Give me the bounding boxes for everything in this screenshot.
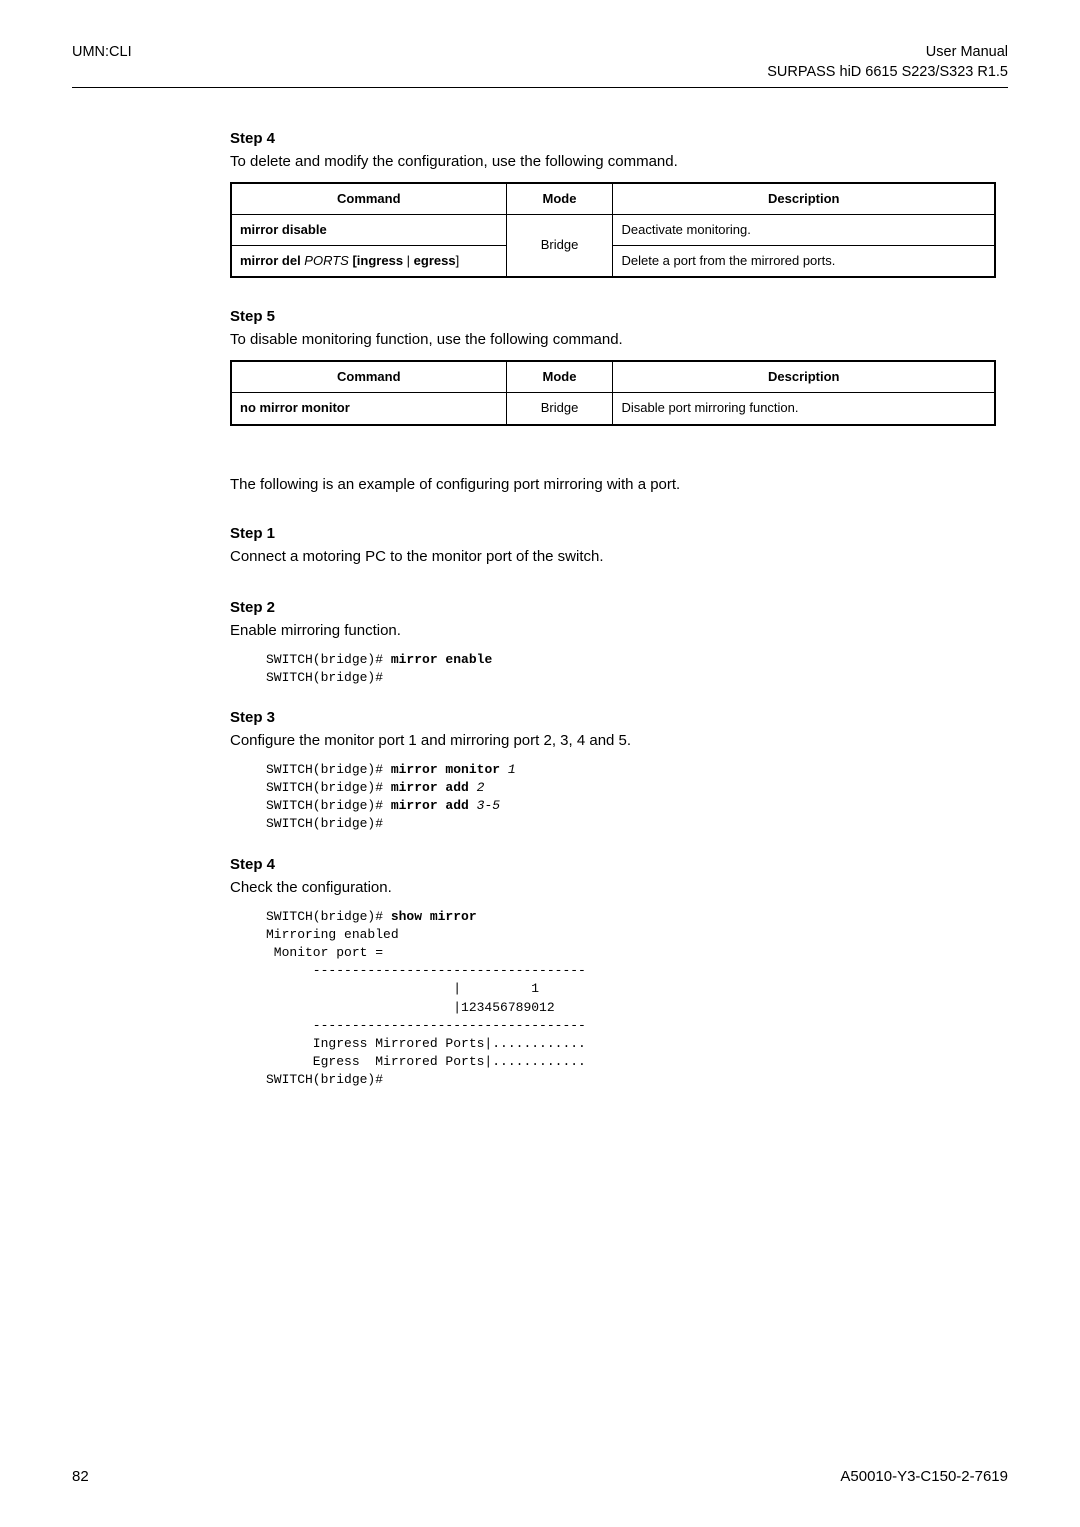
cell-mode: Bridge [506, 214, 613, 277]
cmd-frag: | [407, 253, 414, 268]
header-right: User Manual SURPASS hiD 6615 S223/S323 R… [767, 42, 1008, 83]
table-row: no mirror monitor Bridge Disable port mi… [231, 393, 995, 425]
code-line: ----------------------------------- [266, 963, 586, 978]
step4b-title: Step 4 [230, 854, 996, 875]
code-line-frag: 1 [508, 762, 516, 777]
th-command: Command [231, 183, 506, 215]
step4b-desc: Check the configuration. [230, 877, 996, 898]
table-row: mirror disable Bridge Deactivate monitor… [231, 214, 995, 245]
code-line: SWITCH(bridge)# [266, 1072, 383, 1087]
step3-desc: Configure the monitor port 1 and mirrori… [230, 730, 996, 751]
table-header-row: Command Mode Description [231, 361, 995, 393]
step4-title: Step 4 [230, 128, 996, 149]
code-line-frag: SWITCH(bridge)# [266, 798, 391, 813]
cell-command: mirror del PORTS [ingress | egress] [231, 245, 506, 277]
header-rule [72, 87, 1008, 88]
code-line: ----------------------------------- [266, 1018, 586, 1033]
code-line: Ingress Mirrored Ports|............ [266, 1036, 586, 1051]
code-line-frag: SWITCH(bridge)# [266, 780, 391, 795]
code-line: |123456789012 [266, 1000, 555, 1015]
th-description: Description [613, 183, 995, 215]
page-footer: 82 A50010-Y3-C150-2-7619 [72, 1466, 1008, 1487]
page-number: 82 [72, 1466, 89, 1487]
code-line-frag: show mirror [391, 909, 477, 924]
table-header-row: Command Mode Description [231, 183, 995, 215]
code-step2: SWITCH(bridge)# mirror enable SWITCH(bri… [266, 651, 996, 687]
step1-title: Step 1 [230, 523, 996, 544]
header-right-line1: User Manual [767, 42, 1008, 62]
example-intro: The following is an example of configuri… [230, 474, 996, 495]
code-line-frag: mirror enable [391, 652, 492, 667]
page-header: UMN:CLI User Manual SURPASS hiD 6615 S22… [72, 42, 1008, 83]
table-step4: Command Mode Description mirror disable … [230, 182, 996, 279]
code-line-frag: SWITCH(bridge)# [266, 652, 391, 667]
th-description: Description [613, 361, 995, 393]
cell-description: Delete a port from the mirrored ports. [613, 245, 995, 277]
step5-title: Step 5 [230, 306, 996, 327]
code-line: Monitor port = [266, 945, 383, 960]
cell-command: mirror disable [231, 214, 506, 245]
cell-description: Disable port mirroring function. [613, 393, 995, 425]
code-line: | 1 [266, 981, 539, 996]
step3-title: Step 3 [230, 707, 996, 728]
step5-desc: To disable monitoring function, use the … [230, 329, 996, 350]
cmd-frag: PORTS [304, 253, 349, 268]
th-mode: Mode [506, 361, 613, 393]
code-line-frag: mirror monitor [391, 762, 508, 777]
table-step5: Command Mode Description no mirror monit… [230, 360, 996, 425]
code-step3: SWITCH(bridge)# mirror monitor 1 SWITCH(… [266, 761, 996, 834]
code-line: SWITCH(bridge)# [266, 816, 383, 831]
code-line-frag: 3-5 [477, 798, 500, 813]
cell-description: Deactivate monitoring. [613, 214, 995, 245]
table-row: mirror del PORTS [ingress | egress] Dele… [231, 245, 995, 277]
code-line-frag: mirror add [391, 798, 477, 813]
code-line-frag: SWITCH(bridge)# [266, 909, 391, 924]
th-command: Command [231, 361, 506, 393]
code-line: SWITCH(bridge)# [266, 670, 383, 685]
header-right-line2: SURPASS hiD 6615 S223/S323 R1.5 [767, 62, 1008, 82]
cmd-text: mirror disable [240, 222, 327, 237]
header-left: UMN:CLI [72, 42, 132, 83]
step2-desc: Enable mirroring function. [230, 620, 996, 641]
cmd-frag: mirror del [240, 253, 304, 268]
code-line-frag: SWITCH(bridge)# [266, 762, 391, 777]
step4-desc: To delete and modify the configuration, … [230, 151, 996, 172]
main-content: Step 4 To delete and modify the configur… [72, 128, 1008, 1090]
cmd-text: no mirror monitor [240, 400, 350, 415]
cell-mode: Bridge [506, 393, 613, 425]
code-line-frag: mirror add [391, 780, 477, 795]
code-line: Egress Mirrored Ports|............ [266, 1054, 586, 1069]
cmd-frag: egress [414, 253, 456, 268]
cmd-frag: [ingress [349, 253, 407, 268]
doc-code: A50010-Y3-C150-2-7619 [840, 1466, 1008, 1487]
th-mode: Mode [506, 183, 613, 215]
code-line: Mirroring enabled [266, 927, 399, 942]
code-step4: SWITCH(bridge)# show mirror Mirroring en… [266, 908, 996, 1090]
code-line-frag: 2 [477, 780, 485, 795]
cell-command: no mirror monitor [231, 393, 506, 425]
cmd-frag: ] [456, 253, 460, 268]
step1-desc: Connect a motoring PC to the monitor por… [230, 546, 996, 567]
step2-title: Step 2 [230, 597, 996, 618]
